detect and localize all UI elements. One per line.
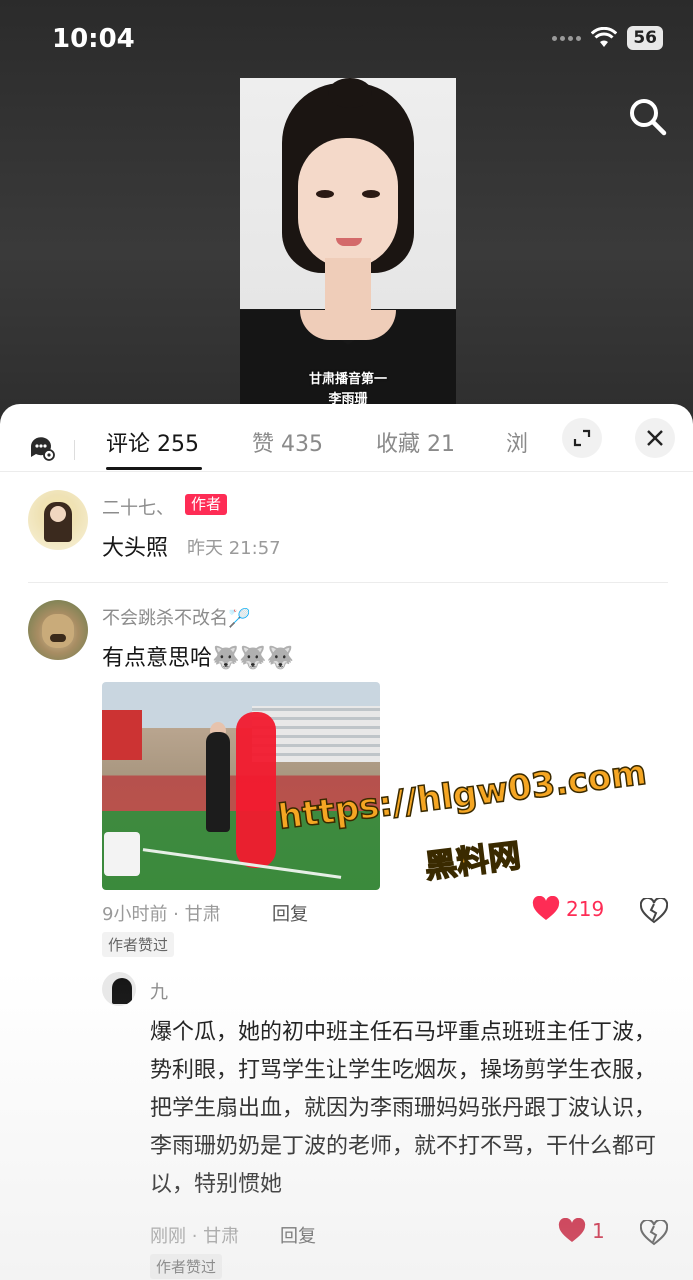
author-badge: 作者 (185, 494, 228, 515)
like-count: 219 (566, 897, 605, 921)
tab-divider (74, 440, 75, 460)
reply-username[interactable]: 九 (150, 978, 168, 1004)
like-button[interactable]: 1 (558, 1218, 605, 1244)
heart-filled-icon (558, 1218, 586, 1242)
tab-views[interactable]: 浏 (506, 426, 528, 458)
close-button[interactable] (635, 418, 675, 458)
comment-time: 昨天 21:57 (187, 538, 281, 559)
search-icon[interactable] (625, 94, 669, 138)
reply-button[interactable]: 回复 (280, 1222, 316, 1248)
video-area[interactable]: 10:04 56 甘肃播音第一 李雨珊 (0, 0, 693, 420)
like-button[interactable]: 219 (532, 896, 604, 922)
comment-divider (28, 582, 668, 583)
video-frame: 甘肃播音第一 李雨珊 (240, 78, 456, 408)
tab-likes[interactable]: 赞 435 (252, 426, 323, 458)
comment-text[interactable]: 有点意思哈🐺🐺🐺 (102, 640, 294, 672)
status-bar: 10:04 56 (0, 0, 693, 80)
tab-bar: 评论 255 赞 435 收藏 21 浏 (0, 404, 693, 472)
reply-button[interactable]: 回复 (272, 900, 308, 926)
avatar[interactable] (102, 972, 136, 1006)
comment-sheet: 评论 255 赞 435 收藏 21 浏 二十七、 作者 大头照 昨天 21:5… (0, 404, 693, 1280)
comment-username[interactable]: 二十七、 (102, 494, 174, 520)
expand-button[interactable] (562, 418, 602, 458)
heart-filled-icon (532, 896, 560, 920)
dislike-broken-heart-icon[interactable] (640, 1220, 668, 1246)
expand-icon (573, 429, 591, 447)
avatar[interactable] (28, 490, 88, 550)
comment-username[interactable]: 不会跳杀不改名🏸 (102, 604, 250, 630)
like-count: 1 (592, 1219, 605, 1243)
reply-time: 刚刚 · 甘肃 (150, 1226, 240, 1247)
active-tab-indicator (106, 467, 202, 470)
video-caption-title: 甘肃播音第一 (240, 368, 456, 387)
battery-indicator: 56 (627, 26, 663, 50)
wifi-icon (591, 27, 618, 47)
dislike-broken-heart-icon[interactable] (640, 898, 668, 924)
comment-image[interactable] (102, 682, 380, 890)
status-icons: 56 (552, 26, 663, 50)
comment-time: 9小时前 · 甘肃 (102, 904, 221, 925)
reply-text[interactable]: 爆个瓜，她的初中班主任石马坪重点班班主任丁波，势利眼，打骂学生让学生吃烟灰，操场… (150, 1014, 670, 1204)
author-liked-tag: 作者赞过 (102, 932, 175, 957)
comment-text[interactable]: 大头照 (102, 530, 168, 562)
tab-favorites[interactable]: 收藏 21 (376, 426, 455, 458)
status-time: 10:04 (52, 24, 135, 54)
chat-settings-icon[interactable] (28, 434, 56, 462)
avatar[interactable] (28, 600, 88, 660)
author-liked-tag: 作者赞过 (150, 1254, 223, 1279)
close-icon (647, 430, 663, 446)
tab-comments[interactable]: 评论 255 (106, 426, 199, 458)
cellular-signal-icon (552, 35, 582, 41)
